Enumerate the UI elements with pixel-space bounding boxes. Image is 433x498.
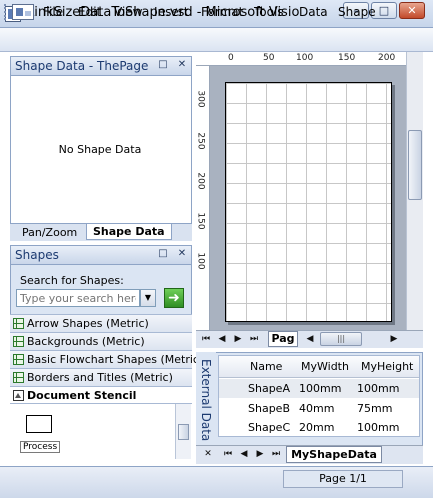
menu-grip-icon[interactable] (4, 4, 7, 20)
shapes-close-icon[interactable]: ✕ (176, 248, 188, 260)
document-icon[interactable] (12, 4, 34, 20)
shape-data-tabs: Pan/Zoom Shape Data (10, 223, 192, 241)
tab-shape-data[interactable]: Shape Data (86, 224, 172, 240)
external-data-title: External Data (199, 359, 213, 442)
panel-options-icon[interactable]: □ (157, 59, 169, 71)
stencil-icon (13, 372, 24, 383)
status-page-number[interactable]: Page 1/1 (283, 470, 403, 488)
stencil-borders-titles[interactable]: Borders and Titles (Metric) (10, 368, 192, 386)
close-button[interactable]: ✕ (399, 2, 425, 19)
ruler-top-label: 50 (263, 53, 275, 63)
menu-file[interactable]: File (43, 5, 63, 19)
stencil-document[interactable]: Document Stencil (10, 386, 192, 404)
stencil-label: Borders and Titles (Metric) (27, 371, 173, 384)
ruler-top-label: 200 (378, 53, 396, 63)
search-go-button[interactable]: ➜ (164, 288, 184, 308)
next-page-icon[interactable]: ▶ (232, 333, 244, 345)
stencil-arrow-shapes[interactable]: Arrow Shapes (Metric) (10, 314, 192, 332)
cell-myheight: 100mm (357, 382, 400, 395)
stencil-backgrounds[interactable]: Backgrounds (Metric) (10, 332, 192, 350)
cell-name: ShapeC (248, 421, 291, 434)
cell-mywidth: 20mm (299, 421, 335, 434)
menu-insert[interactable]: Insert (154, 5, 188, 19)
shape-data-header: Shape Data - ThePage □ ✕ (10, 56, 192, 76)
shapes-header: Shapes □ ✕ (10, 245, 192, 265)
stencil-icon (13, 336, 24, 347)
scroll-right-icon[interactable]: ▶ (388, 333, 400, 345)
horizontal-scroll-thumb[interactable]: ||| (320, 332, 362, 346)
ruler-top-label: 0 (228, 53, 234, 63)
search-label: Search for Shapes: (20, 274, 124, 287)
menu-shape[interactable]: Shape (338, 5, 376, 19)
stencil-scroll-thumb[interactable] (178, 424, 189, 440)
cell-myheight: 100mm (357, 421, 400, 434)
stencil-label: Basic Flowchart Shapes (Metric) (27, 353, 204, 366)
scroll-left-icon[interactable]: ◀ (304, 333, 316, 345)
ruler-top-label: 100 (296, 53, 314, 63)
column-header-name[interactable]: Name (250, 360, 282, 373)
process-master-label[interactable]: Process (20, 441, 61, 453)
stencil-label: Document Stencil (27, 389, 137, 402)
external-data-sidebar: External Data (196, 352, 216, 445)
first-sheet-icon[interactable]: ⏮ (222, 448, 234, 460)
stencil-icon (13, 318, 24, 329)
cell-myheight: 75mm (357, 402, 393, 415)
cell-mywidth: 100mm (299, 382, 342, 395)
drawing-page[interactable] (225, 82, 392, 322)
first-page-icon[interactable]: ⏮ (200, 333, 212, 345)
cell-name: ShapeB (248, 402, 290, 415)
page-tab[interactable]: Pag (268, 331, 298, 347)
process-master-shape[interactable] (26, 415, 52, 433)
last-page-icon[interactable]: ⏭ (248, 333, 260, 345)
ruler-left-label: 200 (195, 172, 206, 190)
ruler-left-label: 150 (195, 212, 206, 230)
menu-data[interactable]: Data (299, 5, 328, 19)
stencil-label: Backgrounds (Metric) (27, 335, 145, 348)
menu-format[interactable]: Format (201, 5, 243, 19)
menu-edit[interactable]: Edit (78, 5, 101, 19)
shape-data-body: No Shape Data (10, 76, 192, 223)
next-sheet-icon[interactable]: ▶ (254, 448, 266, 460)
last-sheet-icon[interactable]: ⏭ (270, 448, 282, 460)
ruler-left: 300 250 200 150 100 (196, 66, 210, 330)
shape-data-title: Shape Data - ThePage (15, 59, 149, 73)
vertical-scroll-thumb[interactable] (408, 130, 422, 200)
stencil-icon (13, 354, 24, 365)
ruler-left-label: 250 (195, 132, 206, 150)
document-stencil-icon (13, 390, 24, 401)
panel-close-icon[interactable]: ✕ (176, 59, 188, 71)
cell-name: ShapeA (248, 382, 290, 395)
ruler-left-label: 300 (195, 90, 206, 108)
column-header-myheight[interactable]: MyHeight (361, 360, 413, 373)
shapes-options-icon[interactable]: □ (157, 248, 169, 260)
stencil-basic-flowchart[interactable]: Basic Flowchart Shapes (Metric) (10, 350, 203, 368)
menu-tools[interactable]: Tools (254, 5, 284, 19)
stencil-scrollbar[interactable] (175, 404, 191, 459)
cell-mywidth: 40mm (299, 402, 335, 415)
prev-sheet-icon[interactable]: ◀ (238, 448, 250, 460)
ruler-left-label: 100 (195, 252, 206, 270)
ruler-top-label: 150 (338, 53, 356, 63)
search-dropdown-icon[interactable]: ▼ (140, 289, 156, 307)
menu-bar (0, 28, 433, 52)
search-input[interactable] (16, 289, 140, 307)
stencil-label: Arrow Shapes (Metric) (27, 317, 149, 330)
empty-message: No Shape Data (58, 143, 142, 156)
external-data-close-icon[interactable]: ✕ (202, 448, 214, 460)
shapes-title: Shapes (15, 248, 59, 262)
ruler-top: 0 50 100 150 200 (196, 52, 406, 66)
menu-view[interactable]: View (114, 5, 142, 19)
sheet-tab-myshapedata[interactable]: MyShapeData (286, 446, 382, 463)
prev-page-icon[interactable]: ◀ (216, 333, 228, 345)
column-header-mywidth[interactable]: MyWidth (301, 360, 349, 373)
tab-pan-zoom[interactable]: Pan/Zoom (16, 225, 83, 241)
